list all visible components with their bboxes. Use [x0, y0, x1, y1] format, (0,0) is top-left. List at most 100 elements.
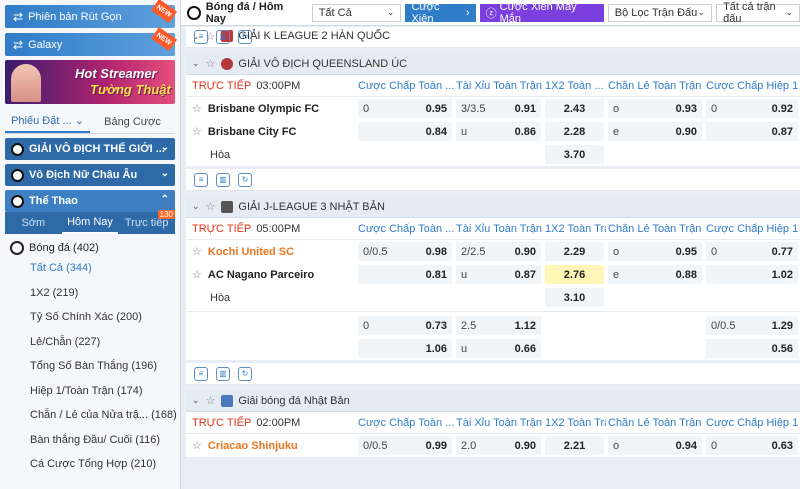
list-icon[interactable]: ≡: [194, 366, 208, 381]
odds-cell[interactable]: 0.81: [358, 265, 452, 284]
streamer-avatar: [11, 64, 41, 102]
world-cup-section[interactable]: GIẢI VÔ ĐỊCH THẾ GIỚI ... ⌄: [5, 138, 175, 160]
odds-cell[interactable]: 2/2.5 0.90: [456, 242, 541, 261]
team-row: ☆ Brisbane City FC 0.84 u 0.86 2.28 e 0.90 …: [186, 120, 800, 143]
odds-cell[interactable]: 0/0.5 0.99: [358, 436, 452, 455]
odds-cell[interactable]: 2.29: [545, 242, 604, 261]
refresh-icon[interactable]: ↻: [238, 172, 252, 187]
odds-cell-highlighted[interactable]: 2.76: [545, 265, 604, 284]
star-icon[interactable]: ☆: [192, 268, 202, 281]
list-icon[interactable]: ≡: [194, 172, 208, 187]
star-icon[interactable]: ☆: [206, 200, 216, 213]
hot-streamer-banner[interactable]: Hot Streamer Tường Thuật: [5, 60, 175, 104]
market-item[interactable]: Bàn thắng Đầu/ Cuối (116): [30, 428, 180, 453]
text-label: 2/2.5: [461, 245, 486, 258]
star-icon[interactable]: ☆: [206, 394, 216, 407]
odds-cell[interactable]: o 0.94: [608, 436, 702, 455]
star-icon[interactable]: ☆: [192, 102, 202, 115]
tab-bet-board[interactable]: Bảng Cược: [90, 110, 175, 133]
tab-today[interactable]: Hôm Nay: [61, 212, 119, 234]
chevron-down-icon: ⌄: [74, 115, 84, 127]
odds-cell[interactable]: 0/0.5 0.98: [358, 242, 452, 261]
odds-cell[interactable]: 2.21: [545, 436, 604, 455]
text-label: u: [461, 342, 468, 355]
team-row: ☆ Criacao Shinjuku 0/0.5 0.99 2.0 0.90 2.21…: [186, 434, 800, 457]
league-header[interactable]: ⌄ ☆ GIẢI J-LEAGUE 3 NHẬT BẢN: [186, 196, 800, 218]
star-icon[interactable]: ☆: [206, 57, 216, 70]
lucky-parlay-button[interactable]: ⓩ Cược Xiên May Mắn: [479, 1, 604, 25]
odds-cell[interactable]: 1.02: [706, 265, 798, 284]
star-icon[interactable]: ☆: [192, 125, 202, 138]
odds-cell[interactable]: u 0.66: [456, 339, 541, 358]
women-euro-section[interactable]: Vô Địch Nữ Châu Âu ⌄: [5, 164, 175, 186]
soccer-ball-icon: [11, 142, 24, 156]
odds-cell[interactable]: 0 0.95: [358, 99, 452, 118]
refresh-icon[interactable]: ↻: [238, 366, 252, 381]
odds-cell[interactable]: 1.06: [358, 339, 452, 358]
league-header[interactable]: ⌄ ☆ Giải bóng đá Nhật Bản: [186, 390, 800, 412]
market-item[interactable]: Hiệp 1/Toàn Trận (174): [30, 379, 180, 404]
odds-cell[interactable]: 3.70: [545, 145, 604, 164]
odds-cell[interactable]: 0 0.73: [358, 316, 452, 335]
collapse-icon[interactable]: ⌄: [192, 201, 200, 212]
stats-icon[interactable]: ▥: [216, 29, 230, 44]
odds-cell[interactable]: u 0.87: [456, 265, 541, 284]
odds-cell[interactable]: 0.87: [706, 122, 798, 141]
refresh-icon[interactable]: ↻: [238, 29, 252, 44]
col-header: Cược Chấp Hiệp 1: [706, 222, 799, 235]
list-icon[interactable]: ≡: [194, 29, 208, 44]
collapse-icon[interactable]: ⌄: [192, 58, 200, 69]
market-item[interactable]: Cá Cược Tổng Hợp (210): [30, 452, 180, 477]
sports-section[interactable]: Thể Thao ⌃: [5, 190, 175, 212]
match-block: TRỰC TIẾP 03:00PM Cược Chấp Toàn ... Tài …: [186, 75, 800, 166]
collapse-icon[interactable]: ⌄: [192, 395, 200, 406]
lucky-icon: ⓩ: [485, 7, 497, 20]
odds-cell[interactable]: 3/3.5 0.91: [456, 99, 541, 118]
text-label: o: [613, 439, 620, 452]
tab-live[interactable]: Trực tiếp 130: [118, 210, 176, 234]
new-badge: NEW: [150, 0, 178, 24]
league-header[interactable]: ⌄ ☆ GIẢI VÔ ĐỊCH QUEENSLAND ÚC: [186, 53, 800, 75]
odds-cell[interactable]: 3.10: [545, 288, 604, 307]
draw-label: Hòa: [210, 291, 231, 304]
odds-cell[interactable]: 0.56: [706, 339, 798, 358]
star-icon[interactable]: ☆: [192, 245, 202, 258]
odds-cell[interactable]: 0/0.5 1.29: [706, 316, 798, 335]
odds-cell[interactable]: 0 0.63: [706, 436, 798, 455]
market-item[interactable]: Lẻ/Chẵn (227): [30, 330, 180, 355]
stats-icon[interactable]: ▥: [216, 366, 230, 381]
text-label: 0/0.5: [363, 439, 388, 452]
market-item[interactable]: Tỷ Số Chính Xác (200): [30, 305, 180, 330]
all-matches-select[interactable]: Tất cả trận đấu ⌄: [716, 1, 800, 25]
match-filter-select[interactable]: Bộ Lọc Trận Đấu ⌄: [607, 3, 713, 22]
odds-cell[interactable]: u 0.86: [456, 122, 541, 141]
stats-icon[interactable]: ▥: [216, 172, 230, 187]
market-item[interactable]: 1X2 (219): [30, 281, 180, 306]
odds-cell[interactable]: e 0.88: [608, 265, 702, 284]
odds-cell[interactable]: 2.5 1.12: [456, 316, 541, 335]
text-label: 1.29: [771, 319, 793, 332]
streamer-subtitle: Tường Thuật: [90, 82, 171, 97]
market-item[interactable]: Chẵn / Lẻ của Nửa trậ... (168): [30, 403, 180, 428]
odds-cell[interactable]: o 0.93: [608, 99, 702, 118]
market-item[interactable]: Tất Cả (344): [30, 256, 180, 281]
chevron-down-icon: ⌄: [160, 142, 169, 153]
odds-cell[interactable]: 0.84: [358, 122, 452, 141]
odds-cell[interactable]: 2.0 0.90: [456, 436, 541, 455]
odds-cell[interactable]: 0 0.92: [706, 99, 798, 118]
odds-cell[interactable]: 0 0.77: [706, 242, 798, 261]
odds-cell[interactable]: e 0.90: [608, 122, 702, 141]
market-item[interactable]: Tổng Số Bàn Thắng (196): [30, 354, 180, 379]
sport-soccer[interactable]: Bóng đá (402): [10, 240, 175, 256]
galaxy-button[interactable]: ⇄ Galaxy NEW: [5, 26, 178, 56]
odds-cell[interactable]: 2.28: [545, 122, 604, 141]
text-label: 2.29: [563, 245, 586, 258]
parlay-button[interactable]: Cược Xiên ›: [405, 1, 476, 25]
compact-version-button[interactable]: ⇄ Phiên bản Rút Gọn NEW: [5, 0, 178, 28]
odds-cell[interactable]: 2.43: [545, 99, 604, 118]
tab-bet-slip[interactable]: Phiếu Đặt ... ⌄: [5, 110, 90, 133]
filter-all-select[interactable]: Tất Cả ⌄: [311, 3, 402, 22]
tab-early[interactable]: Sớm: [5, 212, 62, 234]
odds-cell[interactable]: o 0.95: [608, 242, 702, 261]
star-icon[interactable]: ☆: [192, 439, 202, 452]
